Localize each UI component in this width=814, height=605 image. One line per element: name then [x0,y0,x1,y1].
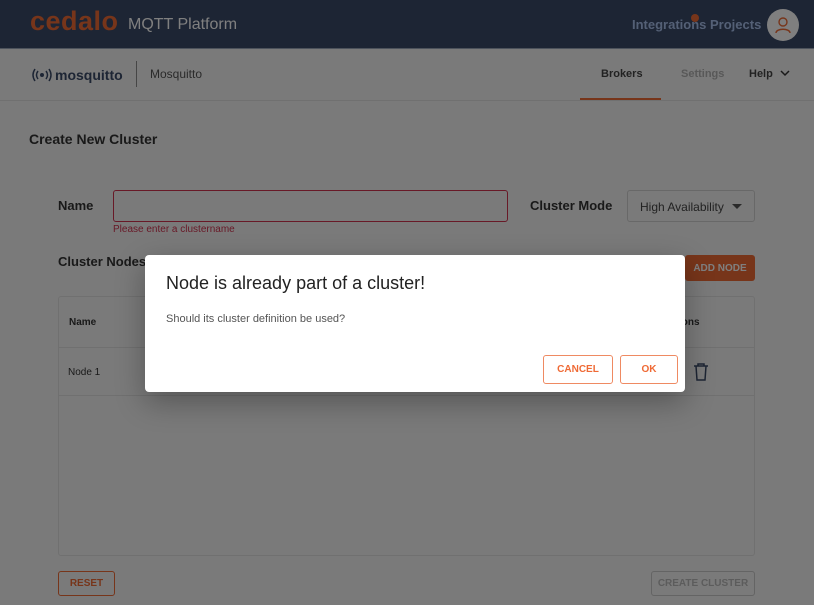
confirm-dialog: Node is already part of a cluster! Shoul… [145,255,685,392]
dialog-title: Node is already part of a cluster! [166,273,426,293]
dialog-message: Should its cluster definition be used? [166,313,346,325]
cancel-button[interactable]: CANCEL [543,355,613,384]
ok-button[interactable]: OK [620,355,678,384]
